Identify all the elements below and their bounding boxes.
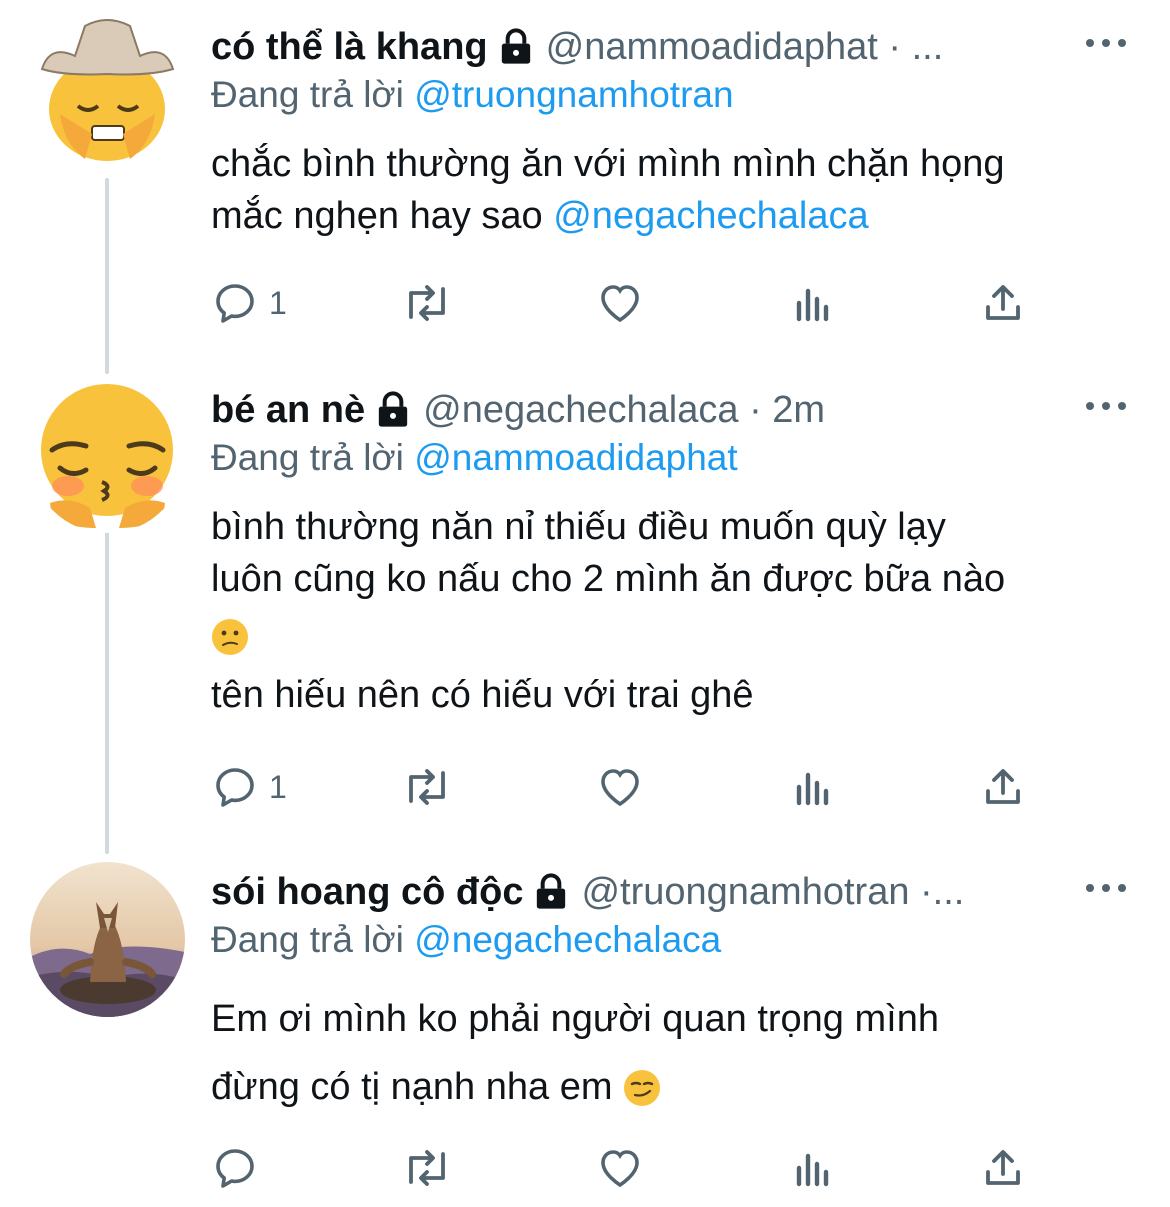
avatar[interactable] bbox=[30, 862, 185, 1017]
display-name[interactable]: sói hoang cô độc bbox=[211, 871, 523, 914]
retweet-button[interactable] bbox=[401, 1143, 453, 1193]
handle-timestamp[interactable]: @negachechalaca · 2m bbox=[423, 389, 825, 432]
tweet-text: Em ơi mình ko phải người quan trọng mình… bbox=[211, 985, 1131, 1121]
share-icon bbox=[986, 1150, 1020, 1185]
tweet-text: bình thường năn nỉ thiếu điều muốn quỳ l… bbox=[211, 501, 1131, 721]
tweet-header: bé an nè @negachechalaca · 2m bbox=[211, 385, 1051, 435]
heart-icon bbox=[601, 1150, 639, 1188]
heart-icon bbox=[601, 285, 639, 323]
like-button[interactable] bbox=[596, 278, 644, 328]
like-button[interactable] bbox=[596, 762, 644, 812]
handle-timestamp[interactable]: @nammoadidaphat · ... bbox=[546, 26, 944, 69]
wolf-meditating-icon bbox=[30, 862, 185, 1017]
share-icon bbox=[986, 285, 1020, 320]
replying-to: Đang trả lời @negachechalaca bbox=[211, 919, 721, 961]
replying-to: Đang trả lời @nammoadidaphat bbox=[211, 437, 738, 479]
lock-icon bbox=[378, 391, 408, 427]
tweet-text-line: tên hiếu nên có hiếu với trai ghê bbox=[211, 674, 754, 716]
reply-icon bbox=[216, 1149, 254, 1188]
cowboy-face-emoji-icon bbox=[30, 14, 185, 169]
analytics-icon bbox=[796, 1153, 829, 1187]
tweet-text-line: Em ơi mình ko phải người quan trọng mình bbox=[211, 998, 939, 1040]
tweet-text-line: chắc bình thường ăn với mình mình chặn h… bbox=[211, 143, 1005, 185]
retweet-button[interactable] bbox=[401, 762, 453, 812]
reply-count: 1 bbox=[269, 768, 287, 805]
confused-face-emoji-icon bbox=[212, 619, 248, 655]
reply-count: 1 bbox=[269, 284, 287, 321]
thread-connector bbox=[105, 522, 109, 854]
mention-link[interactable]: @negachechalaca bbox=[553, 195, 868, 237]
pleading-kiss-emoji-icon bbox=[30, 378, 185, 533]
analytics-icon bbox=[796, 772, 829, 806]
share-icon bbox=[986, 769, 1020, 804]
tweet-actions: 1 bbox=[211, 762, 1041, 812]
reply-button[interactable] bbox=[211, 1143, 269, 1193]
share-button[interactable] bbox=[979, 1143, 1027, 1193]
reply-button[interactable]: 1 bbox=[211, 278, 287, 328]
retweet-icon bbox=[409, 285, 445, 321]
reply-icon bbox=[216, 284, 254, 323]
analytics-button[interactable] bbox=[789, 278, 837, 328]
tweet-text-line: luôn cũng ko nấu cho 2 mình ăn được bữa … bbox=[211, 558, 1006, 600]
analytics-button[interactable] bbox=[789, 762, 837, 812]
share-button[interactable] bbox=[979, 762, 1027, 812]
tweet-text: chắc bình thường ăn với mình mình chặn h… bbox=[211, 138, 1131, 242]
like-button[interactable] bbox=[596, 1143, 644, 1193]
smirking-face-emoji-icon bbox=[624, 1070, 661, 1106]
tweet-header: có thể là khang @nammoadidaphat · ... bbox=[211, 22, 1051, 72]
handle-timestamp[interactable]: @truongnamhotran ·... bbox=[581, 871, 964, 914]
lock-icon bbox=[501, 28, 530, 64]
lock-icon bbox=[537, 873, 566, 909]
tweet-text-line: bình thường năn nỉ thiếu điều muốn quỳ l… bbox=[211, 506, 946, 548]
retweet-icon bbox=[409, 1150, 445, 1186]
tweet-actions bbox=[211, 1143, 1041, 1193]
retweet-button[interactable] bbox=[401, 278, 453, 328]
retweet-icon bbox=[409, 769, 445, 805]
replying-prefix: Đang trả lời bbox=[211, 919, 415, 960]
more-options-icon[interactable] bbox=[1086, 881, 1126, 895]
share-button[interactable] bbox=[979, 278, 1027, 328]
tweet-text-line: mắc nghẹn hay sao bbox=[211, 195, 554, 237]
display-name[interactable]: bé an nè bbox=[211, 389, 365, 432]
tweet-actions: 1 bbox=[211, 278, 1041, 328]
more-options-icon[interactable] bbox=[1086, 399, 1126, 413]
reply-icon bbox=[216, 768, 254, 807]
replying-to: Đang trả lời @truongnamhotran bbox=[211, 74, 734, 116]
heart-icon bbox=[601, 769, 639, 807]
replying-mention-link[interactable]: @negachechalaca bbox=[414, 919, 721, 960]
tweet-header: sói hoang cô độc @truongnamhotran ·... bbox=[211, 867, 1071, 917]
avatar[interactable] bbox=[30, 378, 185, 533]
analytics-icon bbox=[796, 288, 829, 322]
analytics-button[interactable] bbox=[789, 1143, 837, 1193]
replying-mention-link[interactable]: @nammoadidaphat bbox=[414, 437, 737, 478]
tweet-text-line: đừng có tị nạnh nha em bbox=[211, 1066, 624, 1108]
avatar[interactable] bbox=[30, 14, 185, 169]
replying-prefix: Đang trả lời bbox=[211, 74, 415, 115]
display-name[interactable]: có thể là khang bbox=[211, 26, 488, 69]
reply-button[interactable]: 1 bbox=[211, 762, 287, 812]
thread-connector bbox=[105, 178, 109, 374]
replying-prefix: Đang trả lời bbox=[211, 437, 415, 478]
replying-mention-link[interactable]: @truongnamhotran bbox=[414, 74, 733, 115]
more-options-icon[interactable] bbox=[1086, 36, 1126, 50]
